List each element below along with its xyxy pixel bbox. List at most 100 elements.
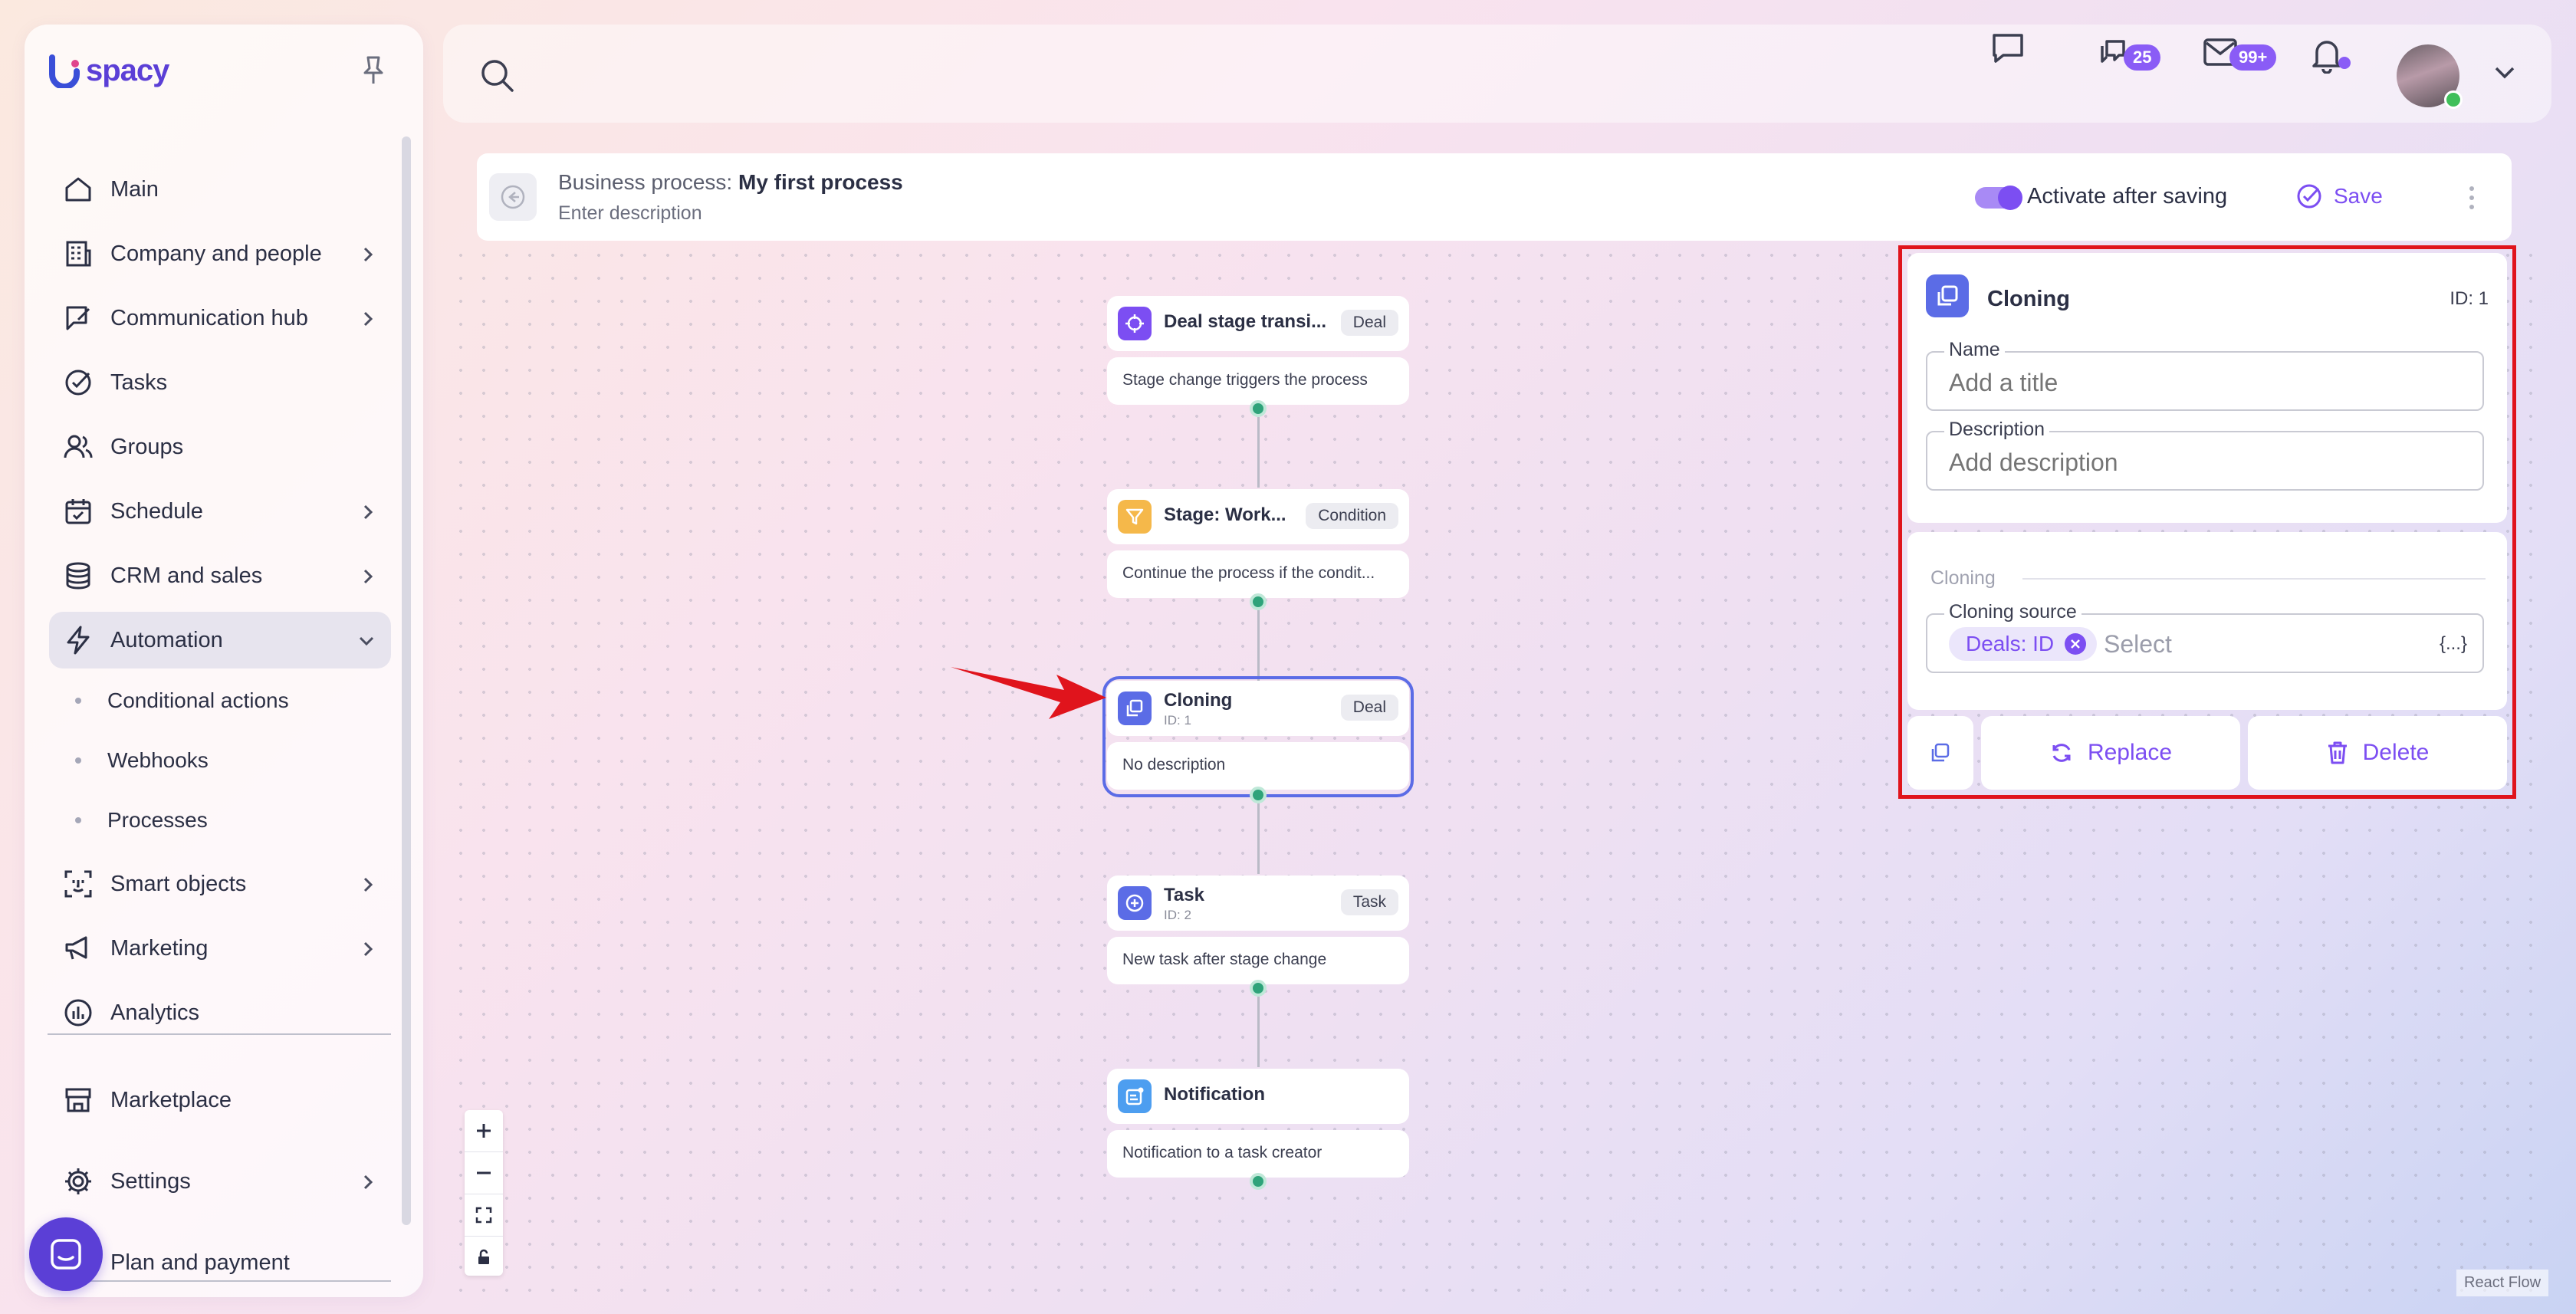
scan-face-icon (60, 866, 97, 902)
sidebar-divider (48, 1280, 391, 1282)
sidebar-subitem-conditional-actions[interactable]: Conditional actions (75, 678, 289, 724)
chart-circle-icon (60, 994, 97, 1031)
flow-node-cloning[interactable]: Cloning ID: 1 Deal No description (1102, 676, 1414, 797)
sidebar-item-company[interactable]: Company and people (49, 225, 391, 282)
plus-icon (477, 1124, 491, 1138)
lock-button[interactable] (465, 1237, 503, 1278)
node-header: Notification (1107, 1069, 1409, 1124)
flow-edge (1257, 417, 1260, 488)
sidebar-item-tasks[interactable]: Tasks (49, 354, 391, 411)
chats-badge: 25 (2124, 44, 2161, 71)
pin-icon[interactable] (360, 55, 386, 86)
check-circle-icon (60, 364, 97, 401)
sidebar-scrollbar[interactable] (402, 136, 411, 1225)
sidebar-item-schedule[interactable]: Schedule (49, 483, 391, 540)
red-arrow-annotation (951, 667, 1106, 719)
bullet (75, 757, 81, 764)
chevron-right-icon (363, 877, 373, 892)
react-flow-attribution[interactable]: React Flow (2456, 1270, 2549, 1296)
fit-view-button[interactable] (465, 1194, 503, 1237)
sidebar-item-label: Marketplace (110, 1087, 232, 1112)
sidebar-item-analytics[interactable]: Analytics (49, 984, 391, 1041)
flow-edge (1257, 803, 1260, 874)
process-description[interactable]: Enter description (558, 202, 702, 225)
node-description: Notification to a task creator (1122, 1144, 1322, 1161)
messages-icon[interactable] (1990, 31, 2026, 66)
sidebar-item-main[interactable]: Main (49, 161, 391, 218)
sidebar-item-smart-objects[interactable]: Smart objects (49, 856, 391, 912)
flow-edge (1257, 997, 1260, 1067)
node-title: Task (1164, 885, 1204, 905)
chat-edit-icon (60, 300, 97, 337)
sidebar-item-label: Tasks (110, 370, 168, 395)
more-options-icon[interactable] (2467, 184, 2476, 212)
process-header: Business process: My first process Enter… (477, 153, 2512, 241)
sidebar-item-settings[interactable]: Settings (49, 1153, 391, 1210)
sidebar-subitem-processes[interactable]: Processes (75, 797, 208, 843)
sidebar-item-automation[interactable]: Automation (49, 612, 391, 668)
sidebar-item-communication-hub[interactable]: Communication hub (49, 290, 391, 347)
calendar-icon (60, 493, 97, 530)
flow-node-task[interactable]: Task ID: 2 Task New task after stage cha… (1107, 875, 1409, 984)
node-tag: Task (1340, 889, 1398, 915)
node-header: Deal stage transi... Deal (1107, 296, 1409, 351)
node-title: Notification (1164, 1084, 1265, 1105)
back-button[interactable] (489, 173, 537, 221)
sidebar-item-label: Analytics (110, 1000, 200, 1025)
support-chat-icon (51, 1239, 81, 1270)
node-description: New task after stage change (1122, 951, 1327, 968)
subitem-label: Conditional actions (107, 688, 289, 712)
node-header: Stage: Work... Condition (1107, 489, 1409, 544)
node-handle[interactable] (1250, 593, 1267, 610)
node-body: New task after stage change (1107, 937, 1409, 984)
copy-icon (1118, 691, 1152, 725)
minus-icon (477, 1171, 491, 1174)
sidebar-subitem-webhooks[interactable]: Webhooks (75, 737, 209, 783)
crosshair-icon (1118, 307, 1152, 340)
home-icon (60, 171, 97, 208)
process-name[interactable]: My first process (738, 170, 903, 194)
node-description: Continue the process if the condit... (1122, 564, 1375, 582)
node-handle[interactable] (1250, 400, 1267, 417)
chevron-right-icon (363, 247, 373, 262)
check-circle-icon (2297, 184, 2321, 209)
node-handle[interactable] (1250, 787, 1267, 803)
node-title: Cloning (1164, 690, 1233, 711)
node-handle[interactable] (1250, 980, 1267, 997)
flow-node-notification[interactable]: Notification Notification to a task crea… (1107, 1069, 1409, 1178)
save-button[interactable]: Save (2295, 182, 2383, 210)
node-handle[interactable] (1250, 1173, 1267, 1190)
chevron-right-icon (363, 1174, 373, 1190)
store-icon (60, 1082, 97, 1119)
notification-dot (2338, 57, 2351, 69)
flow-node-condition[interactable]: Stage: Work... Condition Continue the pr… (1107, 489, 1409, 598)
sidebar-item-label: CRM and sales (110, 563, 263, 588)
activate-label: Activate after saving (2027, 184, 2228, 209)
sidebar-item-label: Schedule (110, 498, 203, 524)
activate-toggle[interactable] (1975, 186, 2022, 210)
sidebar-item-label: Smart objects (110, 871, 247, 896)
sidebar-item-crm[interactable]: CRM and sales (49, 547, 391, 604)
building-icon (60, 235, 97, 272)
node-description: Stage change triggers the process (1122, 371, 1368, 389)
search-icon[interactable] (478, 57, 515, 94)
sidebar-item-marketplace[interactable]: Marketplace (49, 1072, 391, 1128)
online-status-dot (2444, 90, 2463, 109)
flow-node-trigger[interactable]: Deal stage transi... Deal Stage change t… (1107, 296, 1409, 405)
sidebar-item-groups[interactable]: Groups (49, 419, 391, 475)
sidebar-item-marketing[interactable]: Marketing (49, 920, 391, 977)
support-chat-button[interactable] (29, 1217, 103, 1291)
gear-icon (60, 1163, 97, 1200)
highlight-box (1898, 245, 2516, 799)
sidebar-item-label: Company and people (110, 241, 322, 266)
zoom-out-button[interactable] (465, 1152, 503, 1194)
brand-logo[interactable]: spacy (48, 54, 169, 88)
zoom-controls (465, 1110, 503, 1276)
chevron-down-icon[interactable] (2493, 64, 2516, 81)
mail-badge: 99+ (2229, 44, 2277, 71)
notifications-icon[interactable] (2309, 35, 2344, 74)
save-label: Save (2334, 184, 2383, 208)
node-body: Notification to a task creator (1107, 1130, 1409, 1178)
zoom-in-button[interactable] (465, 1110, 503, 1152)
arrow-left-circle-icon (501, 185, 525, 209)
